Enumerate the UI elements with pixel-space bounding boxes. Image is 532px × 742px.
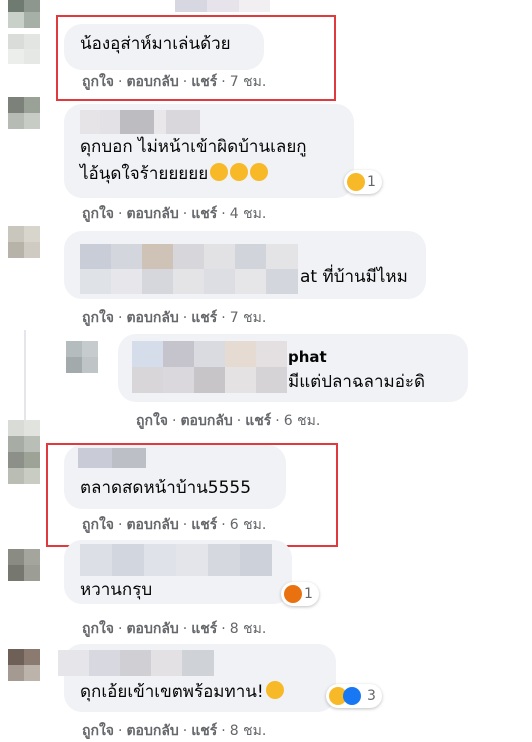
comment-timestamp[interactable]: 7 ชม. bbox=[230, 310, 267, 326]
reply-avatar[interactable] bbox=[66, 341, 98, 373]
commenter-avatar[interactable] bbox=[8, 226, 40, 258]
commenter-avatar[interactable] bbox=[8, 34, 40, 64]
comment-actions: ถูกใจ · ตอบกลับ · แชร์ · 8 ชม. bbox=[82, 723, 267, 739]
share-link[interactable]: แชร์ bbox=[245, 413, 271, 429]
share-link[interactable]: แชร์ bbox=[191, 310, 217, 326]
comment-text-line2: ไอ้นุดใจร้ายยยยย bbox=[80, 162, 269, 187]
angry-reaction-icon bbox=[284, 585, 302, 603]
blurred-name bbox=[132, 341, 287, 393]
like-link[interactable]: ถูกใจ bbox=[82, 310, 114, 326]
comment-timestamp[interactable]: 8 ชม. bbox=[230, 723, 267, 739]
commenter-avatar[interactable] bbox=[8, 452, 40, 484]
reply-link[interactable]: ตอบกลับ bbox=[126, 310, 178, 326]
comment-timestamp[interactable]: 4 ชม. bbox=[230, 206, 267, 222]
comment-text: หวานกรุบ bbox=[80, 580, 153, 600]
share-link[interactable]: แชร์ bbox=[191, 206, 217, 222]
comment-actions: ถูกใจ · ตอบกลับ · แชร์ · 6 ชม. bbox=[136, 413, 321, 429]
laughing-emoji-icon bbox=[265, 681, 284, 699]
commenter-avatar[interactable] bbox=[8, 420, 40, 452]
blurred-name bbox=[80, 110, 200, 134]
commenter-avatar[interactable] bbox=[8, 0, 40, 28]
comment-text: ดุกบอก ไม่หน้าเข้าผิดบ้านเลยกู bbox=[80, 137, 307, 157]
blurred-name bbox=[80, 244, 298, 294]
reply-thread-line bbox=[24, 330, 26, 420]
comment-timestamp[interactable]: 8 ชม. bbox=[230, 621, 267, 637]
highlight-box bbox=[56, 15, 336, 101]
comment-text: at ที่บ้านมีไหม bbox=[300, 267, 408, 287]
reply-name-tail: phat bbox=[288, 348, 327, 366]
haha-reaction-icon bbox=[347, 173, 365, 191]
reply-link[interactable]: ตอบกลับ bbox=[126, 206, 178, 222]
comment-actions: ถูกใจ · ตอบกลับ · แชร์ · 7 ชม. bbox=[82, 310, 267, 326]
commenter-avatar[interactable] bbox=[8, 649, 40, 681]
blurred-name bbox=[175, 0, 270, 12]
comment-timestamp[interactable]: 6 ชม. bbox=[284, 413, 321, 429]
blurred-name bbox=[58, 650, 214, 676]
like-link[interactable]: ถูกใจ bbox=[82, 621, 114, 637]
share-link[interactable]: แชร์ bbox=[191, 621, 217, 637]
like-link[interactable]: ถูกใจ bbox=[82, 723, 114, 739]
laughing-emoji-icon bbox=[250, 163, 269, 181]
comment-actions: ถูกใจ · ตอบกลับ · แชร์ · 8 ชม. bbox=[82, 621, 267, 637]
laughing-emoji-icon bbox=[230, 163, 249, 181]
blurred-name bbox=[80, 544, 272, 576]
commenter-avatar[interactable] bbox=[8, 549, 40, 581]
like-link[interactable]: ถูกใจ bbox=[82, 206, 114, 222]
comment-text: มีแต่ปลาฉลามอ่ะดิ bbox=[288, 372, 426, 392]
highlight-box bbox=[46, 443, 338, 547]
like-reaction-icon bbox=[343, 687, 361, 705]
reaction-count[interactable]: 3 bbox=[326, 684, 382, 708]
reply-link[interactable]: ตอบกลับ bbox=[180, 413, 232, 429]
like-link[interactable]: ถูกใจ bbox=[136, 413, 168, 429]
reply-link[interactable]: ตอบกลับ bbox=[126, 723, 178, 739]
reply-link[interactable]: ตอบกลับ bbox=[126, 621, 178, 637]
laughing-emoji-icon bbox=[210, 163, 229, 181]
comment-actions: ถูกใจ · ตอบกลับ · แชร์ · 4 ชม. bbox=[82, 206, 267, 222]
reaction-count[interactable]: 1 bbox=[344, 170, 382, 194]
share-link[interactable]: แชร์ bbox=[191, 723, 217, 739]
reaction-count[interactable]: 1 bbox=[281, 582, 319, 606]
comment-text: ดุกเอ้ยเข้าเขตพร้อมทาน! bbox=[80, 680, 284, 705]
commenter-avatar[interactable] bbox=[8, 97, 40, 129]
